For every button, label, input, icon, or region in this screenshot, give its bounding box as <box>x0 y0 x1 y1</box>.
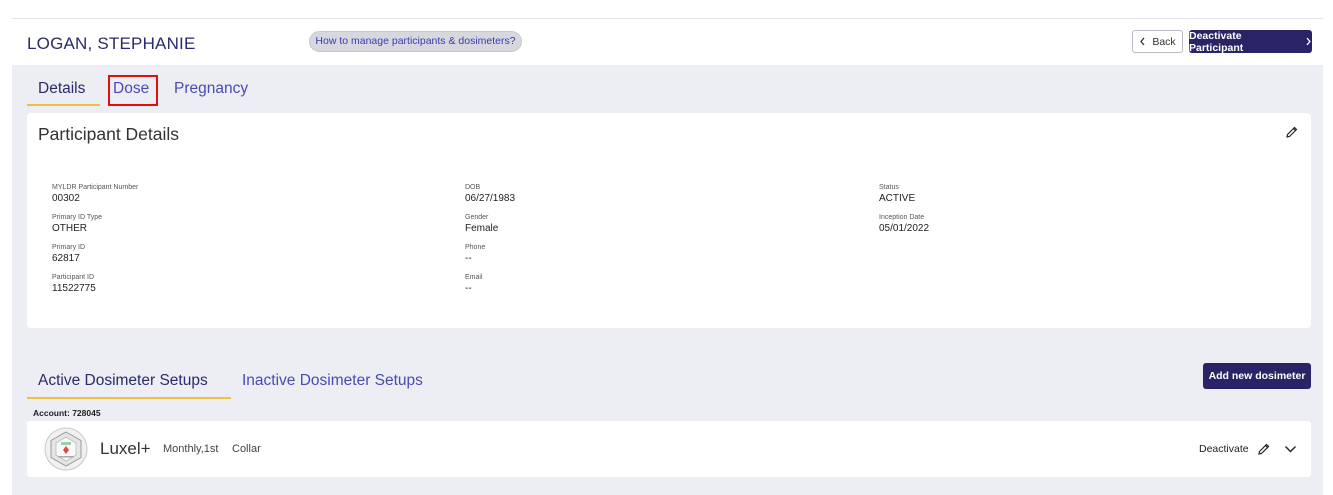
field-label: Inception Date <box>879 214 925 221</box>
field-label: Participant ID <box>52 274 95 281</box>
participant-details-card: Participant Details MYLDR Participant Nu… <box>27 113 1311 328</box>
add-new-dosimeter-button[interactable]: Add new dosimeter <box>1203 363 1311 389</box>
back-button[interactable]: Back <box>1132 30 1183 53</box>
field-label: DOB <box>465 184 481 191</box>
dosimeter-row: Luxel+ Monthly,1st Collar Deactivate <box>27 421 1311 477</box>
field-label: Phone <box>465 244 486 251</box>
field-label: Primary ID <box>52 244 86 251</box>
field-label: Status <box>879 184 899 191</box>
field-phone: Phone -- <box>465 243 485 265</box>
deactivate-participant-button[interactable]: Deactivate Participant <box>1189 29 1312 54</box>
field-email: Email -- <box>465 273 483 295</box>
deactivate-participant-label: Deactivate Participant <box>1189 29 1244 54</box>
chevron-left-icon <box>1140 37 1145 46</box>
tab-pregnancy[interactable]: Pregnancy <box>174 80 248 98</box>
account-label: Account: 728045 <box>33 408 101 418</box>
field-primary-id-type: Primary ID Type OTHER <box>52 213 102 235</box>
field-mpn: MYLDR Participant Number 00302 <box>52 183 138 205</box>
field-label: Gender <box>465 214 489 221</box>
card-title: Participant Details <box>38 124 180 144</box>
field-dob: DOB 06/27/1983 <box>465 183 515 205</box>
field-value: -- <box>465 283 472 294</box>
help-button[interactable]: How to manage participants & dosimeters? <box>309 31 522 52</box>
tab-inactive-dosimeter-setups[interactable]: Inactive Dosimeter Setups <box>242 372 423 390</box>
dosimeter-product: Luxel+ <box>100 439 151 458</box>
field-label: MYLDR Participant Number <box>52 184 139 191</box>
tab-active-dosimeter-setups[interactable]: Active Dosimeter Setups <box>38 372 208 390</box>
field-value: ACTIVE <box>879 193 916 204</box>
back-button-label: Back <box>1152 35 1176 48</box>
edit-pencil-icon[interactable] <box>1285 125 1299 139</box>
dosimeter-badge-icon <box>44 427 88 471</box>
field-participant-id: Participant ID 11522775 <box>52 273 96 295</box>
field-value: 00302 <box>52 193 80 204</box>
chevron-down-icon[interactable] <box>1284 444 1297 454</box>
field-value: 06/27/1983 <box>465 193 516 204</box>
dosimeter-frequency: Monthly,1st <box>163 443 219 455</box>
dose-tab-highlight <box>108 75 158 106</box>
page-header: LOGAN, STEPHANIE How to manage participa… <box>12 19 1323 65</box>
field-value: Female <box>465 223 499 234</box>
active-setups-underline <box>27 397 231 399</box>
tab-details-underline <box>27 104 100 106</box>
field-label: Email <box>465 274 483 281</box>
field-gender: Gender Female <box>465 213 498 235</box>
field-label: Primary ID Type <box>52 214 103 221</box>
participant-name: LOGAN, STEPHANIE <box>27 34 196 53</box>
field-value: OTHER <box>52 223 87 234</box>
tab-details[interactable]: Details <box>38 80 85 98</box>
field-value: -- <box>465 253 472 264</box>
deactivate-dosimeter-link[interactable]: Deactivate <box>1199 443 1249 455</box>
dosimeter-location: Collar <box>232 443 261 455</box>
field-value: 11522775 <box>52 283 96 294</box>
field-inception-date: Inception Date 05/01/2022 <box>879 213 929 235</box>
field-status: Status ACTIVE <box>879 183 915 205</box>
chevron-right-icon <box>1306 37 1311 46</box>
edit-pencil-icon[interactable] <box>1257 442 1271 456</box>
field-primary-id: Primary ID 62817 <box>52 243 85 265</box>
field-value: 62817 <box>52 253 80 264</box>
field-value: 05/01/2022 <box>879 223 930 234</box>
